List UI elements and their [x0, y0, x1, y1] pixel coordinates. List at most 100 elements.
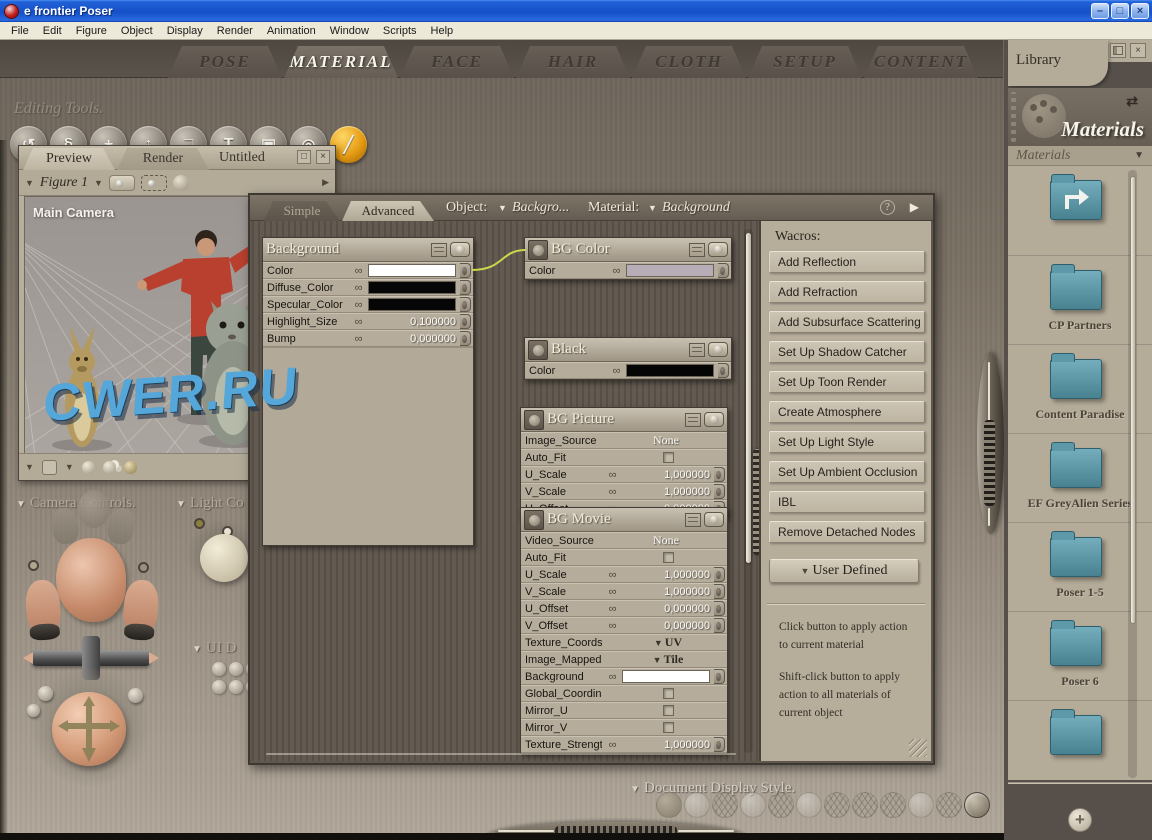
minimize-button[interactable]: – — [1091, 3, 1109, 19]
wacro-create-atmosphere[interactable]: Create Atmosphere — [769, 401, 925, 423]
connector-plug[interactable] — [714, 484, 725, 499]
camera-head-ghost-icon[interactable] — [78, 490, 110, 528]
menu-figure[interactable]: Figure — [69, 23, 114, 39]
tab-render[interactable]: Render — [117, 148, 209, 170]
node-graph-area[interactable]: BackgroundColor∞Diffuse_Color∞Specular_C… — [252, 221, 757, 761]
chain-link-icon[interactable]: ∞ — [602, 569, 622, 581]
display-style-flat-shaded[interactable] — [796, 792, 822, 818]
chain-link-icon[interactable]: ∞ — [602, 739, 622, 751]
ui-dots-label[interactable]: ▼UI D — [192, 640, 236, 657]
material-dropdown-icon[interactable]: ▼ — [648, 203, 657, 213]
list-icon[interactable] — [431, 243, 447, 257]
node-scrollbar-track[interactable] — [744, 229, 753, 753]
param-value[interactable]: None — [622, 533, 710, 548]
room-tab-cloth[interactable]: CLOTH — [632, 46, 746, 78]
param-value[interactable]: 1,000000 — [622, 739, 710, 751]
room-tab-face[interactable]: FACE — [400, 46, 514, 78]
room-tab-hair[interactable]: HAIR — [516, 46, 630, 78]
param-dropdown[interactable]: ▼UV — [654, 635, 682, 650]
param-value[interactable]: None — [622, 433, 710, 448]
expand-icon[interactable]: □ — [297, 150, 311, 164]
camera-select-icon[interactable] — [141, 175, 167, 191]
camera-face-trackball[interactable] — [56, 538, 126, 622]
wacro-set-up-shadow-catcher[interactable]: Set Up Shadow Catcher — [769, 341, 925, 363]
list-icon[interactable] — [685, 413, 701, 427]
toolbar-more-icon[interactable]: ▶ — [322, 177, 329, 188]
param-value[interactable]: 0,000000 — [622, 620, 710, 632]
tab-advanced[interactable]: Advanced — [342, 201, 434, 221]
folder-icon[interactable] — [1050, 359, 1102, 399]
display-style-flat-lined[interactable] — [824, 792, 850, 818]
camera-move-hand-right[interactable] — [122, 579, 160, 633]
room-tab-pose[interactable]: POSE — [168, 46, 282, 78]
chain-link-icon[interactable]: ∞ — [602, 486, 622, 498]
preview-eye-icon[interactable] — [708, 242, 728, 257]
display-style-texture-shaded[interactable] — [964, 792, 990, 818]
checkbox[interactable] — [663, 705, 674, 716]
display-style-cartoon[interactable] — [852, 792, 878, 818]
wacro-set-up-toon-render[interactable]: Set Up Toon Render — [769, 371, 925, 393]
light-control-ball[interactable] — [200, 534, 248, 582]
document-header[interactable]: Preview Render Untitled □ × — [19, 146, 335, 170]
display-style-lit-wireframe[interactable] — [768, 792, 794, 818]
color-swatch[interactable] — [626, 364, 714, 377]
folder-icon[interactable] — [1050, 715, 1102, 755]
color-swatch[interactable] — [626, 264, 714, 277]
color-swatch[interactable] — [368, 281, 456, 294]
menu-window[interactable]: Window — [323, 23, 376, 39]
library-category-dropdown[interactable]: Materials ▼ — [1008, 146, 1152, 166]
resize-grip-icon[interactable] — [909, 739, 927, 757]
display-style-wireframe[interactable] — [712, 792, 738, 818]
light-key-1[interactable] — [194, 518, 205, 529]
connector-plug[interactable] — [460, 314, 471, 329]
checkbox[interactable] — [663, 552, 674, 563]
menu-display[interactable]: Display — [160, 23, 210, 39]
library-pane-icon[interactable] — [1110, 43, 1126, 58]
chain-link-icon[interactable]: ∞ — [348, 299, 368, 311]
input-plug-icon[interactable] — [524, 510, 544, 530]
pose-dropdown-icon[interactable]: ▼ — [25, 462, 34, 472]
checkbox[interactable] — [663, 452, 674, 463]
object-value[interactable]: Backgro... — [512, 200, 569, 216]
node-scrollbar-thumb[interactable] — [746, 233, 751, 563]
input-plug-icon[interactable] — [524, 410, 544, 430]
room-tab-material[interactable]: MATERIAL — [284, 46, 398, 78]
preview-eye-icon[interactable] — [704, 512, 724, 527]
chain-link-icon[interactable]: ∞ — [602, 620, 622, 632]
node-hscrollbar[interactable] — [266, 753, 736, 755]
chain-link-icon[interactable]: ∞ — [602, 469, 622, 481]
param-value[interactable]: 1,000000 — [622, 569, 710, 581]
wacro-set-up-light-style[interactable]: Set Up Light Style — [769, 431, 925, 453]
display-style-smooth-shaded[interactable] — [908, 792, 934, 818]
connector-plug[interactable] — [460, 280, 471, 295]
list-icon[interactable] — [689, 243, 705, 257]
light-controls-label[interactable]: ▼Light Co — [176, 495, 244, 512]
camera-hand-right-ghost-icon[interactable] — [106, 506, 137, 545]
camera-small-ball-3[interactable] — [128, 688, 143, 703]
camera-icon[interactable] — [109, 175, 135, 191]
ground-shadow-icon[interactable] — [124, 461, 137, 474]
input-plug-icon[interactable] — [528, 340, 548, 360]
wacro-add-subsurface-scattering[interactable]: Add Subsurface Scattering — [769, 311, 925, 333]
menu-scripts[interactable]: Scripts — [376, 23, 424, 39]
wacro-add-reflection[interactable]: Add Reflection — [769, 251, 925, 273]
single-ball-icon[interactable] — [82, 461, 95, 474]
background-node-header[interactable]: Background — [263, 238, 473, 262]
connector-plug[interactable] — [460, 263, 471, 278]
wacro-remove-detached-nodes[interactable]: Remove Detached Nodes — [769, 521, 925, 543]
input-plug-icon[interactable] — [528, 240, 548, 260]
bg_picture-node-header[interactable]: BG Picture — [521, 408, 727, 432]
room-tab-content[interactable]: CONTENT — [864, 46, 978, 78]
library-close-icon[interactable]: × — [1130, 43, 1146, 58]
bg_color-node-header[interactable]: BG Color — [525, 238, 731, 262]
preview-eye-icon[interactable] — [450, 242, 470, 257]
menu-file[interactable]: File — [4, 23, 36, 39]
wacro-ibl[interactable]: IBL — [769, 491, 925, 513]
chain-link-icon[interactable]: ∞ — [348, 265, 368, 277]
display-style-cartoon-lined[interactable] — [880, 792, 906, 818]
checkbox[interactable] — [663, 722, 674, 733]
add-item-button[interactable]: + — [1068, 808, 1092, 832]
menu-edit[interactable]: Edit — [36, 23, 69, 39]
node-bg-picture[interactable]: BG PictureImage_SourceNoneAuto_FitU_Scal… — [520, 407, 728, 518]
list-icon[interactable] — [689, 343, 705, 357]
